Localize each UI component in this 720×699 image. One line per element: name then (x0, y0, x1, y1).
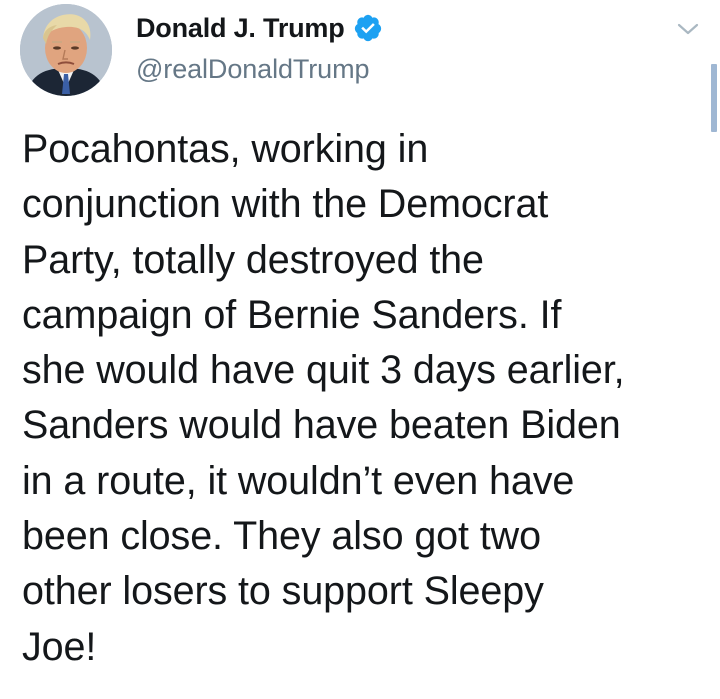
tweet-card: Donald J. Trump @realDonaldTrump Pocahon… (0, 0, 720, 699)
tweet-text-line: Pocahontas, working in (22, 127, 429, 171)
tweet-text-line: conjunction with the Democrat (22, 182, 549, 227)
tweet-text-line: Joe! (22, 624, 97, 669)
tweet-menu-button[interactable] (676, 20, 700, 38)
chevron-down-icon (677, 23, 699, 35)
avatar[interactable] (20, 4, 112, 96)
name-row: Donald J. Trump (136, 12, 383, 44)
tweet-text-line: other losers to support Sleepy (22, 569, 544, 614)
scrollbar[interactable] (711, 64, 717, 132)
avatar-photo-icon (20, 4, 112, 96)
display-name[interactable]: Donald J. Trump (136, 13, 345, 44)
tweet-text-line: campaign of Bernie Sanders. If (22, 292, 562, 337)
author-block: Donald J. Trump @realDonaldTrump (136, 12, 383, 85)
user-handle[interactable]: @realDonaldTrump (136, 54, 383, 85)
tweet-text: Pocahontas, working in conjunction with … (22, 122, 702, 675)
tweet-text-line: been close. They also got two (22, 514, 541, 559)
tweet-text-line: she would have quit 3 days earlier, (22, 348, 625, 393)
tweet-text-line: in a route, it wouldn’t even have (22, 458, 575, 503)
tweet-text-line: Party, totally destroyed the (22, 237, 484, 282)
verified-badge-icon (353, 13, 383, 43)
tweet-text-line: Sanders would have beaten Biden (22, 403, 621, 448)
